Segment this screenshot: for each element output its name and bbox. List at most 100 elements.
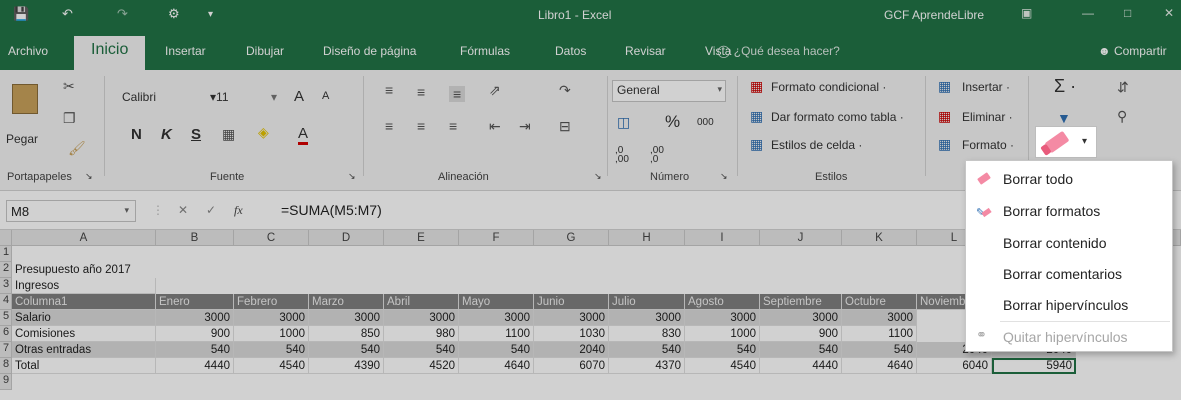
table-cell[interactable]: 980 — [384, 326, 459, 342]
table-cell[interactable]: 3000 — [459, 310, 534, 326]
table-cell[interactable]: 3000 — [534, 310, 609, 326]
font-size-box[interactable]: ▾11 — [210, 90, 229, 104]
table-header-cell[interactable]: Julio — [609, 294, 685, 310]
menu-item-borrar-formatos[interactable]: ✎ Borrar formatos — [966, 195, 1172, 226]
font-name-box[interactable]: Calibri — [122, 90, 156, 104]
table-header-cell[interactable]: Agosto — [685, 294, 760, 310]
table-header-cell[interactable]: Enero — [156, 294, 234, 310]
tab-insertar[interactable]: Insertar — [165, 44, 206, 58]
row-header-3[interactable]: 3 — [0, 278, 12, 294]
bold-button[interactable]: N — [131, 126, 142, 143]
format-cells-button[interactable]: Formato · — [962, 138, 1014, 152]
insert-cells-button[interactable]: Insertar · — [962, 80, 1010, 94]
undo-icon[interactable]: ↶ — [62, 6, 73, 22]
align-bottom-icon[interactable]: ≡ — [449, 86, 466, 102]
insert-function-icon[interactable]: fx — [234, 203, 243, 218]
merge-center-icon[interactable]: ⊟ — [559, 118, 571, 135]
shrink-font-button[interactable]: A — [322, 90, 329, 102]
table-header-cell[interactable]: Septiembre — [760, 294, 842, 310]
number-format-select[interactable]: General ▾ — [612, 80, 726, 102]
table-cell[interactable]: 4540 — [685, 358, 760, 374]
menu-item-borrar-contenido[interactable]: Borrar contenido — [966, 227, 1172, 258]
paste-icon[interactable] — [12, 84, 38, 114]
align-left-icon[interactable]: ≡ — [385, 118, 393, 134]
sort-filter-icon[interactable]: ⇵ — [1117, 79, 1129, 96]
table-cell[interactable]: 3000 — [384, 310, 459, 326]
table-cell[interactable]: 6040 — [917, 358, 992, 374]
tab-dibujar[interactable]: Dibujar — [246, 44, 284, 58]
table-header-cell[interactable]: Marzo — [309, 294, 384, 310]
table-cell[interactable]: 540 — [234, 342, 309, 358]
row-header-1[interactable]: 1 — [0, 246, 12, 262]
col-header-b[interactable]: B — [156, 230, 234, 246]
share-button[interactable]: ☻ Compartir — [1098, 44, 1167, 58]
redo-icon[interactable]: ↷ — [117, 6, 128, 22]
table-cell[interactable]: 850 — [309, 326, 384, 342]
table-header-cell[interactable]: Octubre — [842, 294, 917, 310]
table-cell[interactable]: 4390 — [309, 358, 384, 374]
table-cell[interactable]: 2040 — [534, 342, 609, 358]
table-cell[interactable]: 3000 — [685, 310, 760, 326]
row-header-7[interactable]: 7 — [0, 342, 12, 358]
cell-a3[interactable]: Ingresos — [12, 278, 156, 294]
table-row-label[interactable]: Otras entradas — [12, 342, 156, 358]
orientation-icon[interactable]: ⇗ — [489, 82, 501, 99]
col-header-i[interactable]: I — [685, 230, 760, 246]
table-cell[interactable]: 1100 — [459, 326, 534, 342]
format-painter-icon[interactable]: 🖌 — [68, 140, 86, 157]
alignment-launcher-icon[interactable]: ↘ — [594, 171, 602, 182]
table-cell[interactable]: 4640 — [459, 358, 534, 374]
table-cell[interactable]: 540 — [309, 342, 384, 358]
tab-datos[interactable]: Datos — [555, 44, 586, 58]
thousands-button[interactable]: 000 — [697, 117, 714, 128]
tab-archivo[interactable]: Archivo — [8, 44, 48, 58]
table-cell[interactable]: 540 — [685, 342, 760, 358]
table-cell[interactable]: 540 — [459, 342, 534, 358]
row-header-2[interactable]: 2 — [0, 262, 12, 278]
table-cell[interactable]: 4440 — [760, 358, 842, 374]
align-top-icon[interactable]: ≡ — [385, 82, 393, 98]
table-row-label[interactable]: Salario — [12, 310, 156, 326]
row-header-4[interactable]: 4 — [0, 294, 12, 310]
maximize-icon[interactable]: □ — [1124, 6, 1131, 20]
tab-revisar[interactable]: Revisar — [625, 44, 666, 58]
minimize-icon[interactable]: — — [1082, 6, 1094, 20]
table-cell[interactable]: 3000 — [760, 310, 842, 326]
table-header-cell[interactable]: Febrero — [234, 294, 309, 310]
name-box[interactable]: M8 ▾ — [6, 200, 136, 222]
formula-input[interactable]: =SUMA(M5:M7) — [281, 202, 382, 218]
autosum-button[interactable]: Σ · — [1054, 76, 1076, 97]
table-cell[interactable]: 5940 — [992, 358, 1076, 374]
close-icon[interactable]: ✕ — [1164, 6, 1174, 20]
table-header-cell[interactable]: Junio — [534, 294, 609, 310]
wrap-text-icon[interactable]: ↷ — [559, 82, 571, 99]
menu-item-quitar-hipervinculos[interactable]: ⚭ Quitar hipervínculos — [966, 321, 1172, 352]
tab-formulas[interactable]: Fórmulas — [460, 44, 510, 58]
menu-item-borrar-hipervinculos[interactable]: Borrar hipervínculos — [966, 289, 1172, 320]
copy-icon[interactable]: ❐ — [63, 110, 76, 127]
table-cell[interactable]: 3000 — [156, 310, 234, 326]
col-header-g[interactable]: G — [534, 230, 609, 246]
decrease-decimal-button[interactable]: ,00 ,0 — [650, 146, 674, 165]
row-header-6[interactable]: 6 — [0, 326, 12, 342]
col-header-k[interactable]: K — [842, 230, 917, 246]
col-header-j[interactable]: J — [760, 230, 842, 246]
table-cell[interactable]: 3000 — [234, 310, 309, 326]
col-header-f[interactable]: F — [459, 230, 534, 246]
paste-button[interactable]: Pegar — [6, 132, 38, 146]
fill-color-icon[interactable]: ◈ — [258, 124, 269, 141]
table-cell[interactable]: 4540 — [234, 358, 309, 374]
table-row-label[interactable]: Comisiones — [12, 326, 156, 342]
ribbon-display-icon[interactable]: ▣ — [1021, 6, 1032, 20]
cell-a2[interactable]: Presupuesto año 2017 — [12, 262, 312, 278]
table-cell[interactable]: 3000 — [309, 310, 384, 326]
increase-indent-icon[interactable]: ⇥ — [519, 118, 531, 135]
conditional-format-button[interactable]: Formato condicional · — [771, 80, 886, 94]
table-cell[interactable]: 3000 — [609, 310, 685, 326]
save-icon[interactable]: 💾 — [13, 6, 29, 22]
row-header-9[interactable]: 9 — [0, 374, 12, 390]
percent-button[interactable]: % — [665, 112, 680, 132]
borders-icon[interactable]: ▦ — [222, 126, 235, 143]
table-cell[interactable]: 1000 — [685, 326, 760, 342]
table-cell[interactable]: 540 — [384, 342, 459, 358]
